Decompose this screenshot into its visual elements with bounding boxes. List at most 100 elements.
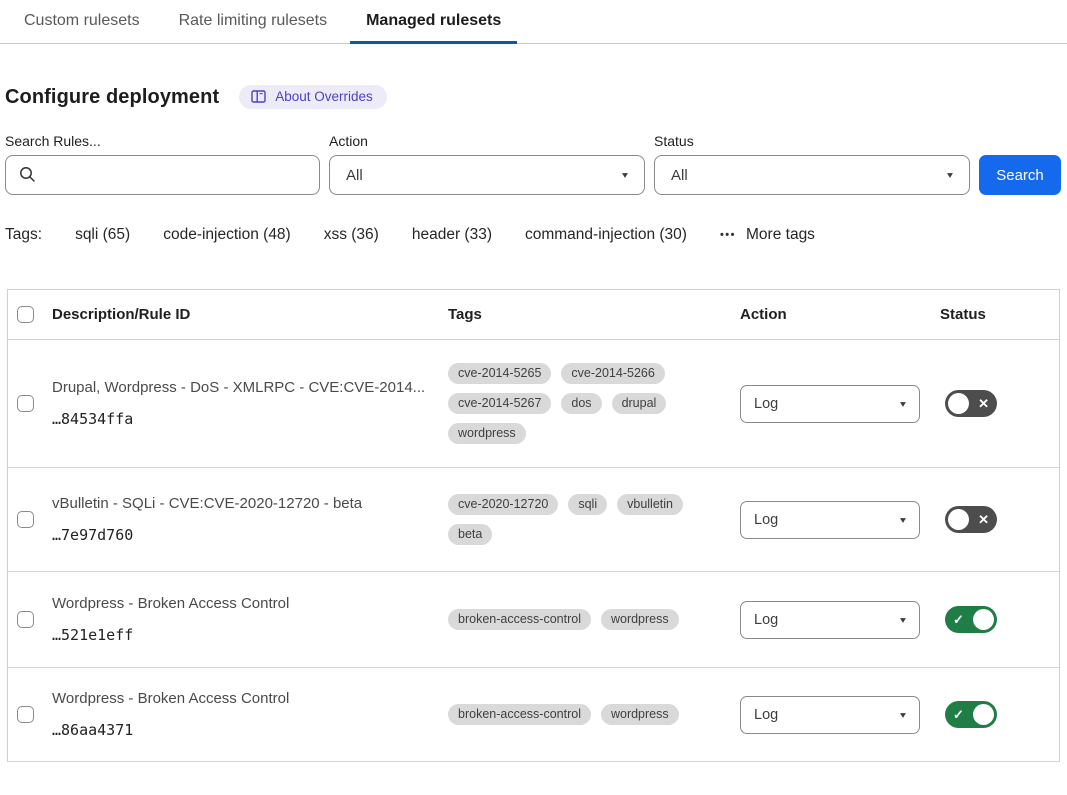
more-tags-label: More tags — [746, 226, 815, 244]
tags-cell: cve-2020-12720 sqli vbulletin beta — [448, 494, 740, 545]
tags-cell: broken-access-control wordpress — [448, 609, 740, 630]
chevron-down-icon: ▾ — [900, 709, 906, 720]
toggle-x-icon: ✕ — [978, 397, 989, 410]
action-select[interactable]: Log▾ — [740, 385, 920, 423]
tags-cell: broken-access-controlwordpress — [448, 704, 740, 725]
select-all-checkbox[interactable] — [17, 306, 34, 323]
row-checkbox[interactable] — [17, 395, 34, 412]
tab-label: Managed rulesets — [366, 12, 501, 29]
tags-bar-label: Tags: — [5, 226, 42, 244]
description-cell: Drupal, Wordpress - DoS - XMLRPC - CVE:C… — [52, 379, 448, 429]
tag-links: sqli (65) code-injection (48) xss (36) head… — [75, 226, 687, 244]
rule-id: …84534ffa — [52, 410, 428, 428]
search-input-wrap — [5, 155, 320, 195]
tag-filter-link[interactable]: xss (36) — [324, 226, 379, 244]
action-select-value: Log — [754, 512, 778, 528]
rule-description: vBulletin - SQLi - CVE:CVE-2020-12720 - … — [52, 495, 428, 514]
action-select[interactable]: Log ▾ — [740, 696, 920, 734]
chevron-down-icon: ▾ — [900, 398, 906, 409]
tag-pill: cve-2014-5266 — [561, 363, 664, 384]
action-select[interactable]: Log ▾ — [740, 501, 920, 539]
search-rules-field: Search Rules... — [5, 133, 320, 195]
tag-pill: drupal — [612, 393, 667, 414]
description-cell: Wordpress - Broken Access Control …521e1e… — [52, 595, 448, 645]
tag-pill: cve-2020-12720 — [448, 494, 558, 515]
status-toggle[interactable]: ✕ — [945, 506, 997, 533]
column-header-description: Description/Rule ID — [52, 306, 448, 323]
status-filter-field: Status All ▾ — [654, 133, 970, 195]
main-content: Configure deployment About Overrides Sea… — [0, 85, 1067, 762]
row-checkbox[interactable] — [17, 511, 34, 528]
chevron-down-icon: ▾ — [900, 514, 906, 525]
checkbox-cell — [8, 611, 52, 628]
table-row: Drupal, Wordpress - DoS - XMLRPC - CVE:C… — [8, 340, 1059, 468]
status-toggle[interactable]: ✕ — [945, 390, 997, 417]
managed-rules-table: Description/Rule ID Tags Action Status D… — [7, 289, 1060, 762]
ellipsis-icon: ••• — [720, 229, 736, 241]
action-cell: Log ▾ — [740, 696, 940, 734]
toggle-knob — [948, 509, 969, 530]
column-header-status: Status — [940, 306, 1059, 323]
chevron-down-icon: ▾ — [900, 614, 906, 625]
status-toggle[interactable]: ✓ — [945, 606, 997, 633]
rule-id: …7e97d760 — [52, 526, 428, 544]
action-cell: Log ▾ — [740, 501, 940, 539]
rule-description: Wordpress - Broken Access Control — [52, 690, 428, 709]
status-filter-label: Status — [654, 133, 970, 149]
row-checkbox[interactable] — [17, 706, 34, 723]
action-select-value: Log — [754, 612, 778, 628]
rule-id: …86aa4371 — [52, 721, 428, 739]
tag-pill: wordpress — [601, 609, 679, 630]
action-filter-label: Action — [329, 133, 645, 149]
action-cell: Log▾ — [740, 385, 940, 423]
table-body: Drupal, Wordpress - DoS - XMLRPC - CVE:C… — [8, 340, 1059, 762]
tag-pill: beta — [448, 524, 492, 545]
tag-pill: sqli — [568, 494, 607, 515]
tab-managed-rulesets[interactable]: Managed rulesets — [350, 0, 517, 43]
tag-filter-link[interactable]: sqli (65) — [75, 226, 130, 244]
chevron-down-icon: ▾ — [947, 169, 953, 180]
tag-pill: vbulletin — [617, 494, 683, 515]
toggle-knob — [973, 609, 994, 630]
description-cell: Wordpress - Broken Access Control …86aa43… — [52, 690, 448, 740]
search-button[interactable]: Search — [979, 155, 1061, 195]
about-overrides-link[interactable]: About Overrides — [239, 85, 387, 109]
action-filter-value: All — [346, 167, 363, 184]
status-filter-select[interactable]: All ▾ — [654, 155, 970, 195]
tag-pill: cve-2014-5267 — [448, 393, 551, 414]
action-filter-select[interactable]: All ▾ — [329, 155, 645, 195]
tag-filter-link[interactable]: command-injection (30) — [525, 226, 687, 244]
rule-id: …521e1eff — [52, 626, 428, 644]
chevron-down-icon: ▾ — [622, 169, 628, 180]
tag-pill: dos — [561, 393, 601, 414]
tag-pill: cve-2014-5265 — [448, 363, 551, 384]
rule-description: Drupal, Wordpress - DoS - XMLRPC - CVE:C… — [52, 379, 428, 398]
checkbox-cell — [8, 511, 52, 528]
tag-pill: broken-access-control — [448, 609, 591, 630]
status-toggle[interactable]: ✓ — [945, 701, 997, 728]
checkbox-cell — [8, 706, 52, 723]
tab-label: Rate limiting rulesets — [179, 12, 328, 29]
tags-quick-filter-bar: Tags: sqli (65) code-injection (48) xss (3… — [5, 226, 1061, 244]
status-cell: ✕ — [940, 506, 1059, 533]
column-header-action: Action — [740, 306, 940, 323]
rule-description: Wordpress - Broken Access Control — [52, 595, 428, 614]
more-tags-button[interactable]: ••• More tags — [720, 226, 815, 244]
row-checkbox[interactable] — [17, 611, 34, 628]
action-select-value: Log — [754, 707, 778, 723]
tag-filter-link[interactable]: header (33) — [412, 226, 492, 244]
page-title: Configure deployment — [5, 86, 219, 109]
tab-custom-rulesets[interactable]: Custom rulesets — [8, 0, 156, 43]
tag-filter-link[interactable]: code-injection (48) — [163, 226, 291, 244]
toggle-x-icon: ✕ — [978, 513, 989, 526]
status-cell: ✓ — [940, 701, 1059, 728]
tag-pill: wordpress — [601, 704, 679, 725]
action-select[interactable]: Log ▾ — [740, 601, 920, 639]
active-tab-underline — [350, 41, 517, 44]
tab-rate-limiting-rulesets[interactable]: Rate limiting rulesets — [163, 0, 344, 43]
search-rules-input[interactable] — [5, 155, 320, 195]
tag-pill: wordpress — [448, 423, 526, 444]
table-row: Wordpress - Broken Access Control …521e1e… — [8, 572, 1059, 668]
column-header-tags: Tags — [448, 306, 740, 323]
toggle-knob — [973, 704, 994, 725]
